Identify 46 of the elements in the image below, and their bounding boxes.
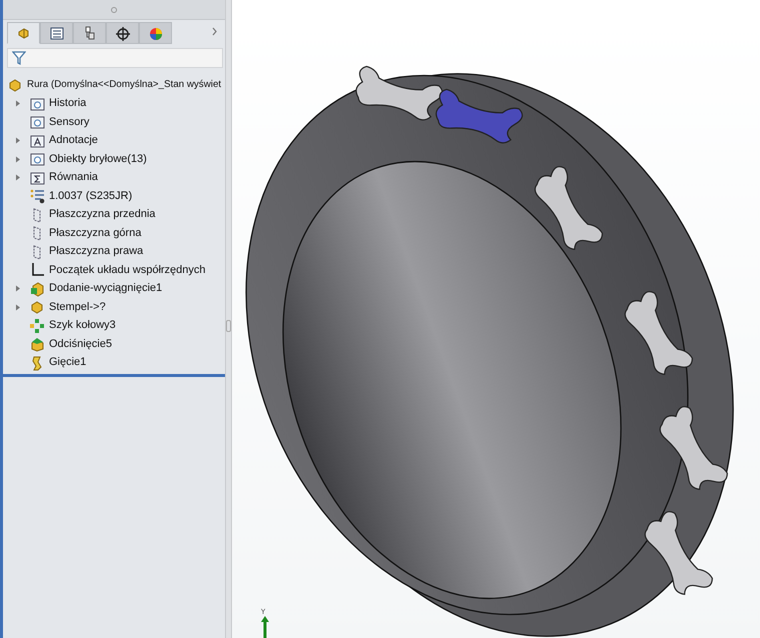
block-icon <box>29 280 45 297</box>
expand-arrow-icon[interactable] <box>15 156 21 163</box>
filter-field[interactable] <box>7 48 223 68</box>
color-wheel-icon <box>148 26 164 40</box>
tree-item[interactable]: Sensory <box>49 116 90 128</box>
expand-arrow-icon[interactable] <box>15 285 21 292</box>
part-icon <box>29 299 45 316</box>
annotation-icon <box>29 132 45 149</box>
tree-item[interactable]: Płaszczyzna prawa <box>49 246 144 258</box>
folder-icon <box>29 96 45 112</box>
tree-item[interactable]: Dodanie-wyciągnięcie1 <box>49 283 162 294</box>
tree-item[interactable]: 1.0037 (S235JR) <box>49 190 132 202</box>
part-icon <box>16 26 32 40</box>
pattern-icon <box>29 318 45 334</box>
equation-icon <box>29 170 45 186</box>
y-axis-arrow-icon <box>261 616 269 638</box>
filter-icon <box>12 50 26 66</box>
panel-tab[interactable] <box>73 22 106 44</box>
tree-item[interactable]: Płaszczyzna górna <box>49 228 142 239</box>
tree-item[interactable]: Szyk kołowy3 <box>49 320 116 332</box>
expand-arrow-icon[interactable] <box>15 100 21 108</box>
tree-item[interactable]: Odciśnięcie5 <box>49 338 112 350</box>
tree-item[interactable]: Początek układu współrzędnych <box>49 264 206 276</box>
panel-tab[interactable] <box>40 22 73 44</box>
folder-icon <box>29 151 45 168</box>
expand-arrow-icon[interactable] <box>15 174 21 182</box>
scroll-right-icon[interactable] <box>212 27 217 36</box>
material-icon <box>29 188 45 204</box>
tree-item[interactable]: Adnotacje <box>49 135 98 146</box>
part-name[interactable]: Rura (Domyślna<<Domyślna>_Stan wyświet <box>27 80 222 90</box>
tree-item[interactable]: Obiekty bryłowe(13) <box>49 154 147 165</box>
drag-grip-icon[interactable] <box>111 6 117 12</box>
tree-item[interactable]: Równania <box>49 172 98 184</box>
block-icon <box>29 336 45 352</box>
expand-arrow-icon[interactable] <box>15 137 21 144</box>
tree-item[interactable]: Gięcie1 <box>49 357 86 368</box>
list-icon <box>48 26 64 40</box>
folder-icon <box>29 114 45 130</box>
splitter-handle[interactable] <box>226 320 231 332</box>
tree-item[interactable]: Stempel->? <box>49 302 106 313</box>
panel-tab[interactable] <box>106 22 139 44</box>
tree-item[interactable]: Historia <box>49 98 86 110</box>
expand-arrow-icon[interactable] <box>15 304 21 311</box>
crosshair-icon <box>114 26 130 40</box>
tree-item[interactable]: Płaszczyzna przednia <box>49 209 156 220</box>
part-icon <box>7 77 23 94</box>
